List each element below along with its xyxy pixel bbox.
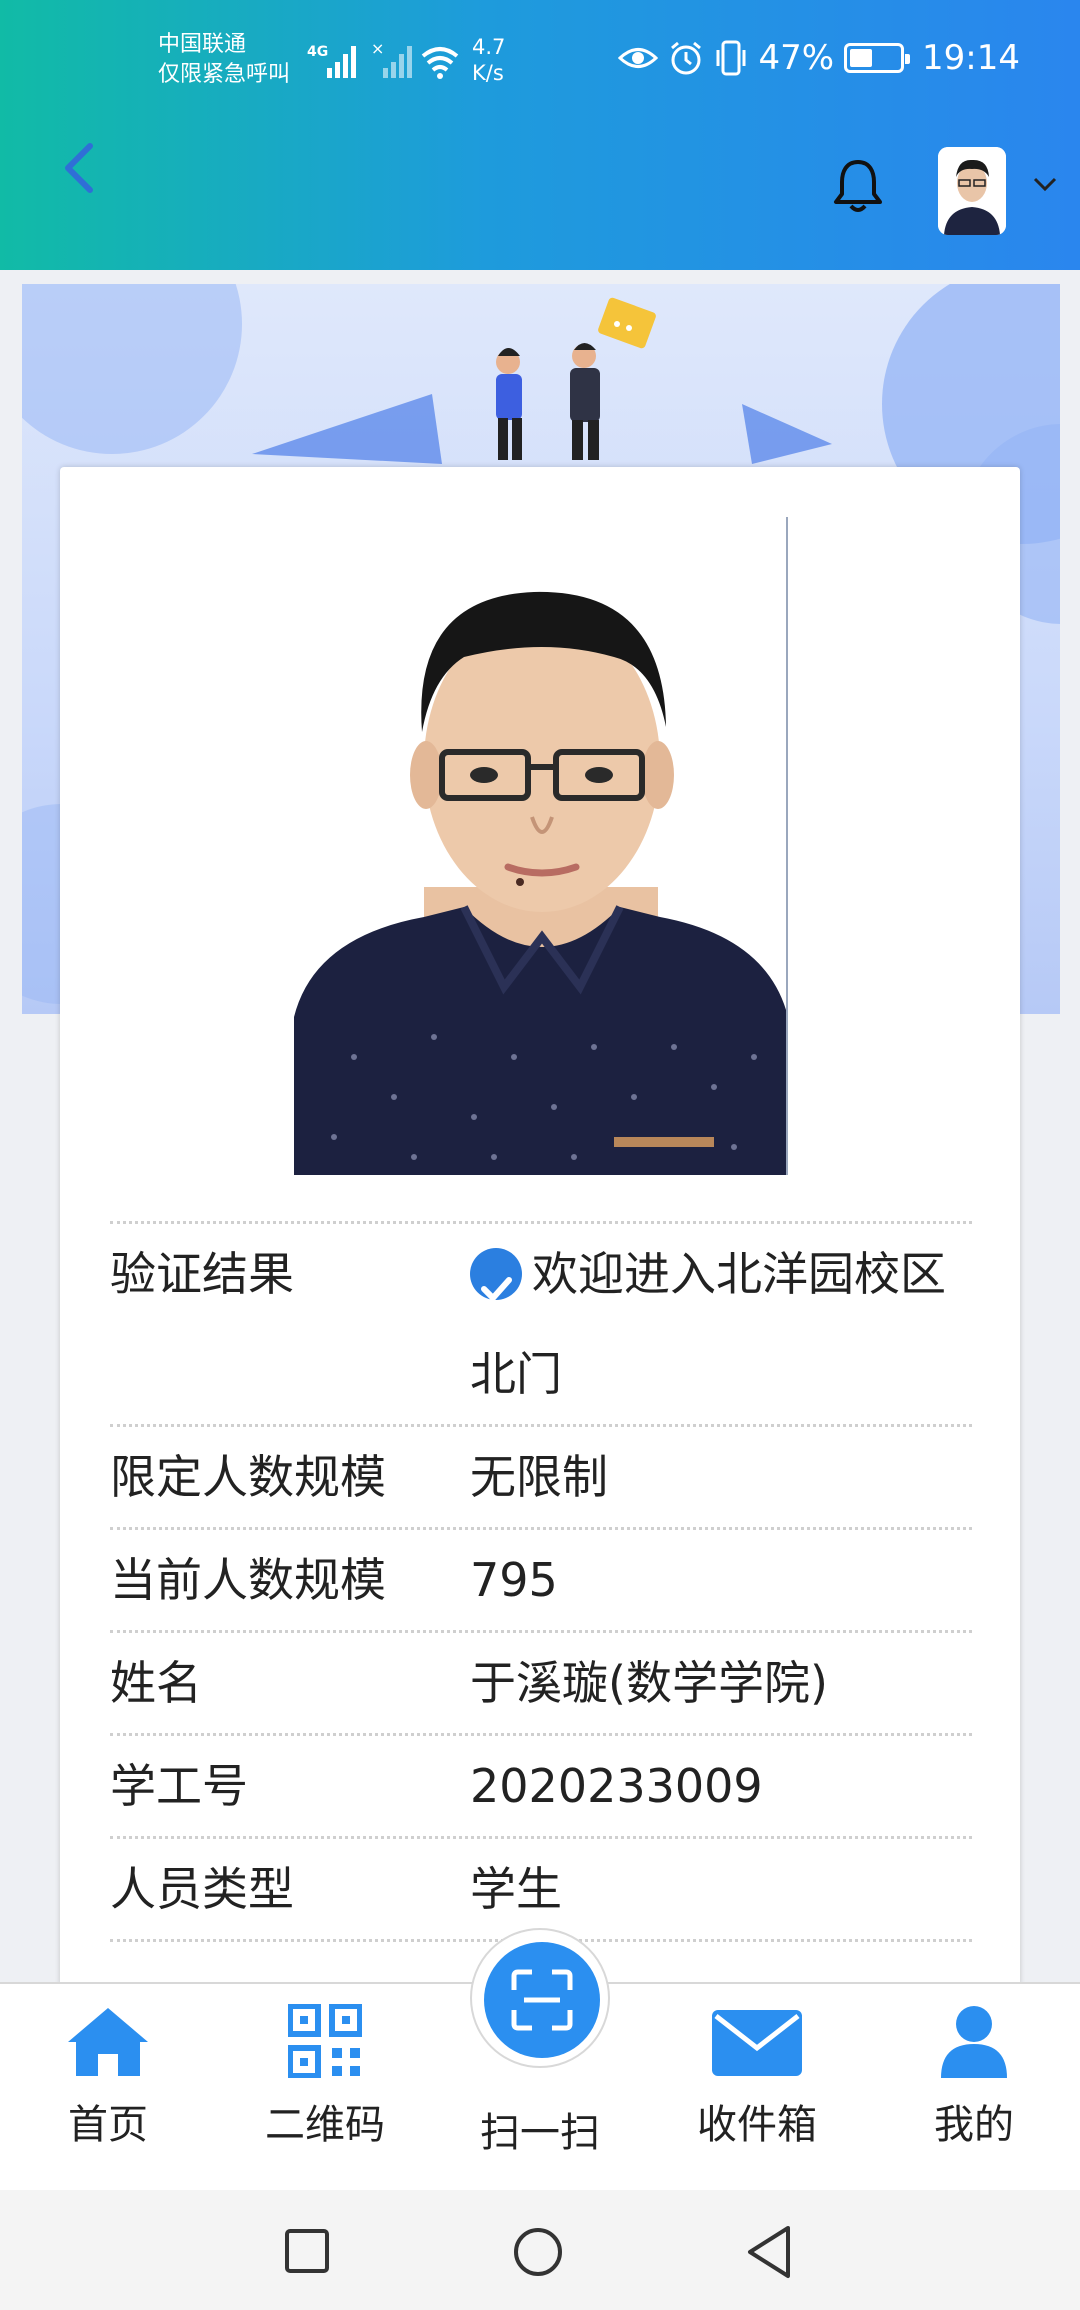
- row-label: 验证结果: [110, 1247, 294, 1301]
- battery-percent: 47%: [758, 38, 835, 78]
- back-button[interactable]: [52, 138, 108, 198]
- nav-qr-code[interactable]: 二维码: [235, 2004, 415, 2150]
- avatar-image: [938, 147, 1006, 235]
- verify-result-text: 欢迎进入北洋园校区: [532, 1247, 946, 1301]
- row-label: 姓名: [110, 1656, 202, 1710]
- svg-text:4G: 4G: [307, 44, 328, 60]
- battery-icon: [844, 43, 911, 73]
- row-value: 于溪璇(数学学院): [470, 1656, 828, 1710]
- net-speed: 4.7 K/s: [472, 35, 506, 85]
- nav-home[interactable]: 首页: [18, 2004, 198, 2150]
- info-row-verify-result: 验证结果 欢迎进入北洋园校区 北门: [110, 1221, 972, 1424]
- scan-button[interactable]: [484, 1942, 600, 2058]
- row-value: 学生: [470, 1862, 562, 1916]
- mail-icon: [712, 2010, 802, 2076]
- status-right: 47% 19:14: [618, 38, 1020, 78]
- row-label: 学工号: [110, 1759, 248, 1813]
- portrait-image: [294, 517, 786, 1175]
- vibrate-icon: [716, 40, 746, 76]
- scan-icon: [511, 1969, 573, 2031]
- circle-icon[interactable]: [512, 2226, 564, 2278]
- nav-inbox-label: 收件箱: [697, 2102, 817, 2148]
- row-label: 当前人数规模: [110, 1553, 386, 1607]
- nav-scan-label[interactable]: 扫一扫: [450, 2100, 630, 2158]
- system-nav-bar: [0, 2190, 1080, 2310]
- bell-icon[interactable]: [830, 156, 886, 218]
- check-circle-icon: [470, 1247, 522, 1301]
- home-icon: [68, 2008, 148, 2076]
- qr-code-icon: [288, 2004, 362, 2078]
- info-row-name: 姓名 于溪璇(数学学院): [110, 1630, 972, 1733]
- bottom-nav: 首页 二维码 扫一扫 收件箱 我的: [0, 1928, 1080, 2190]
- square-icon[interactable]: [284, 2228, 330, 2274]
- nav-me[interactable]: 我的: [884, 2004, 1064, 2150]
- carrier-name: 中国联通: [158, 32, 247, 57]
- row-value: 无限制: [470, 1450, 608, 1504]
- nav-scan[interactable]: [470, 1928, 610, 2068]
- user-icon: [941, 2006, 1007, 2078]
- info-row-limit: 限定人数规模 无限制: [110, 1424, 972, 1527]
- nav-inbox[interactable]: 收件箱: [667, 2004, 847, 2150]
- info-row-student-id: 学工号 2020233009: [110, 1733, 972, 1836]
- triangle-back-icon[interactable]: [744, 2224, 794, 2280]
- eye-icon: [618, 48, 659, 68]
- app-header: 中国联通 仅限紧急呼叫 4G × 4.7 K/s 47% 19:14: [0, 0, 1080, 270]
- row-label: 人员类型: [110, 1862, 294, 1916]
- people-chat-illustration: [252, 297, 832, 464]
- carrier-info: 中国联通 仅限紧急呼叫: [158, 30, 290, 90]
- row-value: 2020233009: [470, 1759, 763, 1813]
- row-value: 欢迎进入北洋园校区 北门: [470, 1224, 972, 1424]
- alarm-icon: [671, 41, 702, 75]
- row-label: 限定人数规模: [110, 1450, 386, 1504]
- avatar[interactable]: [938, 147, 1006, 235]
- nav-me-label: 我的: [934, 2102, 1014, 2148]
- row-value: 795: [470, 1553, 558, 1607]
- verify-result-gate: 北门: [470, 1347, 562, 1401]
- clock-time: 19:14: [922, 38, 1020, 78]
- chevron-down-icon[interactable]: [1030, 172, 1060, 196]
- info-row-current-count: 当前人数规模 795: [110, 1527, 972, 1630]
- verification-card: 验证结果 欢迎进入北洋园校区 北门 限定人数规模 无限制 当前人数规模 795 …: [60, 467, 1020, 1987]
- carrier-emergency: 仅限紧急呼叫: [158, 62, 291, 87]
- status-bar: 中国联通 仅限紧急呼叫 4G × 4.7 K/s 47% 19:14: [0, 0, 1080, 120]
- nav-qr-label: 二维码: [265, 2102, 385, 2148]
- id-photo: [294, 517, 788, 1175]
- info-table: 验证结果 欢迎进入北洋园校区 北门 限定人数规模 无限制 当前人数规模 795 …: [110, 1221, 972, 1942]
- info-row-person-type: 人员类型 学生: [110, 1836, 972, 1939]
- nav-home-label: 首页: [68, 2102, 148, 2148]
- svg-text:×: ×: [371, 39, 384, 58]
- signal-4g-icon: 4G ×: [307, 39, 459, 79]
